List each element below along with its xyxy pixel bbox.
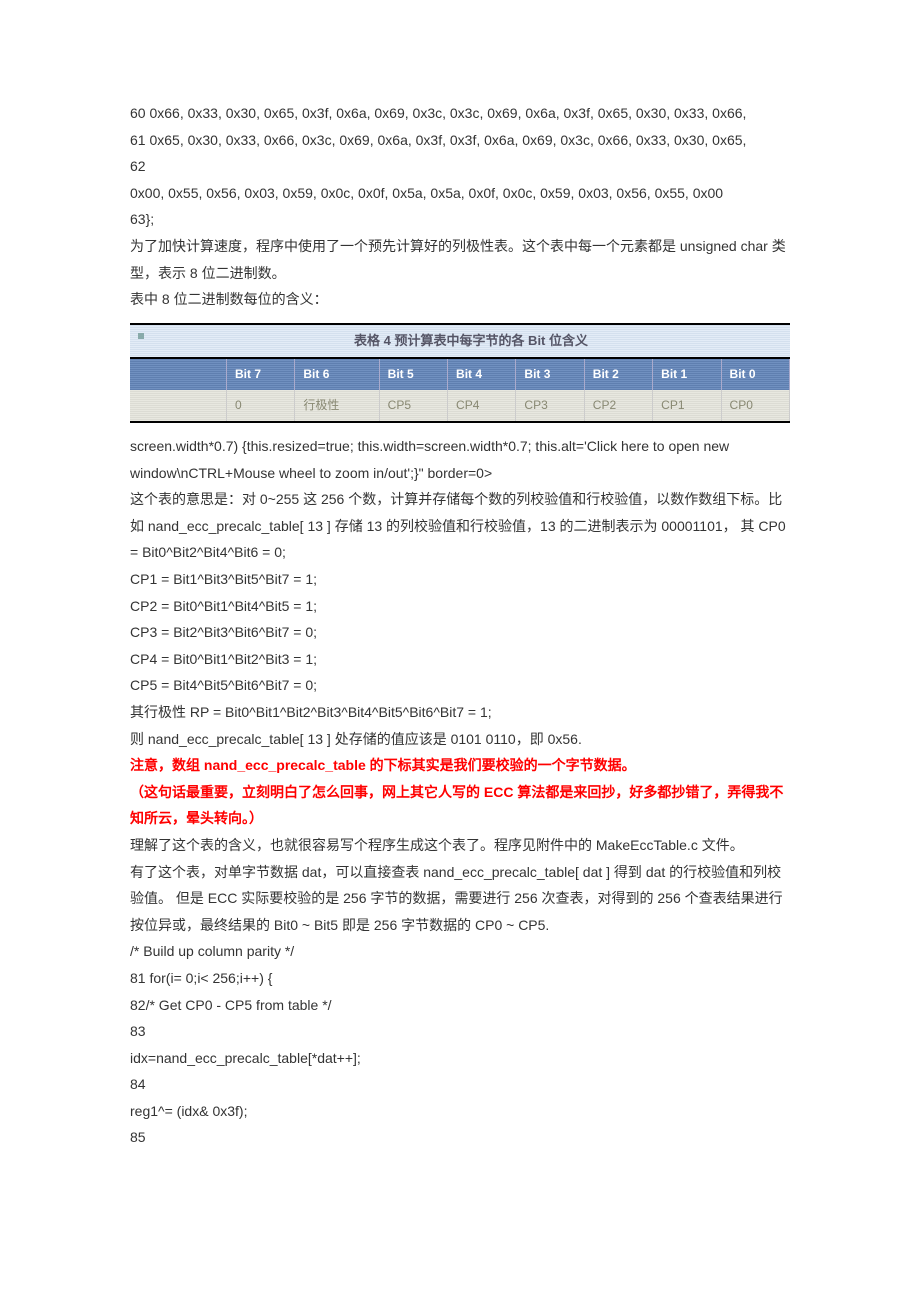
table-header-cell: Bit 1 xyxy=(653,358,721,390)
code-line: 63}; xyxy=(130,206,790,233)
table-header-cell: Bit 6 xyxy=(295,358,379,390)
table-header-cell xyxy=(130,358,227,390)
code-line: 60 0x66, 0x33, 0x30, 0x65, 0x3f, 0x6a, 0… xyxy=(130,100,790,127)
table-header-cell: Bit 7 xyxy=(227,358,295,390)
body-text: 有了这个表，对单字节数据 dat，可以直接查表 nand_ecc_precalc… xyxy=(130,859,790,939)
body-text: 这个表的意思是：对 0~255 这 256 个数，计算并存储每个数的列校验值和行… xyxy=(130,486,790,566)
body-text: 为了加快计算速度，程序中使用了一个预先计算好的列极性表。这个表中每一个元素都是 … xyxy=(130,233,790,286)
highlight-text: 注意，数组 nand_ecc_precalc_table 的下标其实是我们要校验… xyxy=(130,752,790,779)
table-header-cell: Bit 3 xyxy=(516,358,584,390)
body-text: CP2 = Bit0^Bit1^Bit4^Bit5 = 1; xyxy=(130,593,790,620)
code-line: 81 for(i= 0;i< 256;i++) { xyxy=(130,965,790,992)
table-cell xyxy=(130,390,227,422)
body-text: 表中 8 位二进制数每位的含义： xyxy=(130,286,790,313)
caption-marker-icon xyxy=(138,333,144,339)
table-caption-text: 表格 4 预计算表中每字节的各 Bit 位含义 xyxy=(354,333,588,348)
table-cell: CP5 xyxy=(379,390,447,422)
code-line: idx=nand_ecc_precalc_table[*dat++]; xyxy=(130,1045,790,1072)
code-line: /* Build up column parity */ xyxy=(130,938,790,965)
body-text: CP1 = Bit1^Bit3^Bit5^Bit7 = 1; xyxy=(130,566,790,593)
body-text: 则 nand_ecc_precalc_table[ 13 ] 处存储的值应该是 … xyxy=(130,726,790,753)
table-cell: CP3 xyxy=(516,390,584,422)
table-header-cell: Bit 5 xyxy=(379,358,447,390)
table-cell: CP0 xyxy=(721,390,789,422)
table-cell: 0 xyxy=(227,390,295,422)
table-row: 0 行极性 CP5 CP4 CP3 CP2 CP1 CP0 xyxy=(130,390,790,422)
body-text: CP5 = Bit4^Bit5^Bit6^Bit7 = 0; xyxy=(130,672,790,699)
table-caption: 表格 4 预计算表中每字节的各 Bit 位含义 xyxy=(130,323,790,358)
code-line: reg1^= (idx& 0x3f); xyxy=(130,1098,790,1125)
code-line: 0x00, 0x55, 0x56, 0x03, 0x59, 0x0c, 0x0f… xyxy=(130,180,790,207)
code-line: 84 xyxy=(130,1071,790,1098)
table-cell: CP1 xyxy=(653,390,721,422)
table-cell: CP2 xyxy=(584,390,652,422)
code-line: 83 xyxy=(130,1018,790,1045)
table-cell: CP4 xyxy=(448,390,516,422)
code-line: 61 0x65, 0x30, 0x33, 0x66, 0x3c, 0x69, 0… xyxy=(130,127,790,154)
bit-meaning-table: 表格 4 预计算表中每字节的各 Bit 位含义 Bit 7 Bit 6 Bit … xyxy=(130,323,790,423)
table-header-cell: Bit 2 xyxy=(584,358,652,390)
body-text: 其行极性 RP = Bit0^Bit1^Bit2^Bit3^Bit4^Bit5^… xyxy=(130,699,790,726)
code-line: 82/* Get CP0 - CP5 from table */ xyxy=(130,992,790,1019)
table-cell: 行极性 xyxy=(295,390,379,422)
table-header-row: Bit 7 Bit 6 Bit 5 Bit 4 Bit 3 Bit 2 Bit … xyxy=(130,358,790,390)
table-header-cell: Bit 4 xyxy=(448,358,516,390)
code-line: 85 xyxy=(130,1124,790,1151)
code-line: 62 xyxy=(130,153,790,180)
highlight-text: （这句话最重要，立刻明白了怎么回事，网上其它人写的 ECC 算法都是来回抄，好多… xyxy=(130,779,790,832)
body-text: CP4 = Bit0^Bit1^Bit2^Bit3 = 1; xyxy=(130,646,790,673)
body-text: 理解了这个表的含义，也就很容易写个程序生成这个表了。程序见附件中的 MakeEc… xyxy=(130,832,790,859)
body-text: CP3 = Bit2^Bit3^Bit6^Bit7 = 0; xyxy=(130,619,790,646)
table-header-cell: Bit 0 xyxy=(721,358,789,390)
body-text: screen.width*0.7) {this.resized=true; th… xyxy=(130,433,790,486)
